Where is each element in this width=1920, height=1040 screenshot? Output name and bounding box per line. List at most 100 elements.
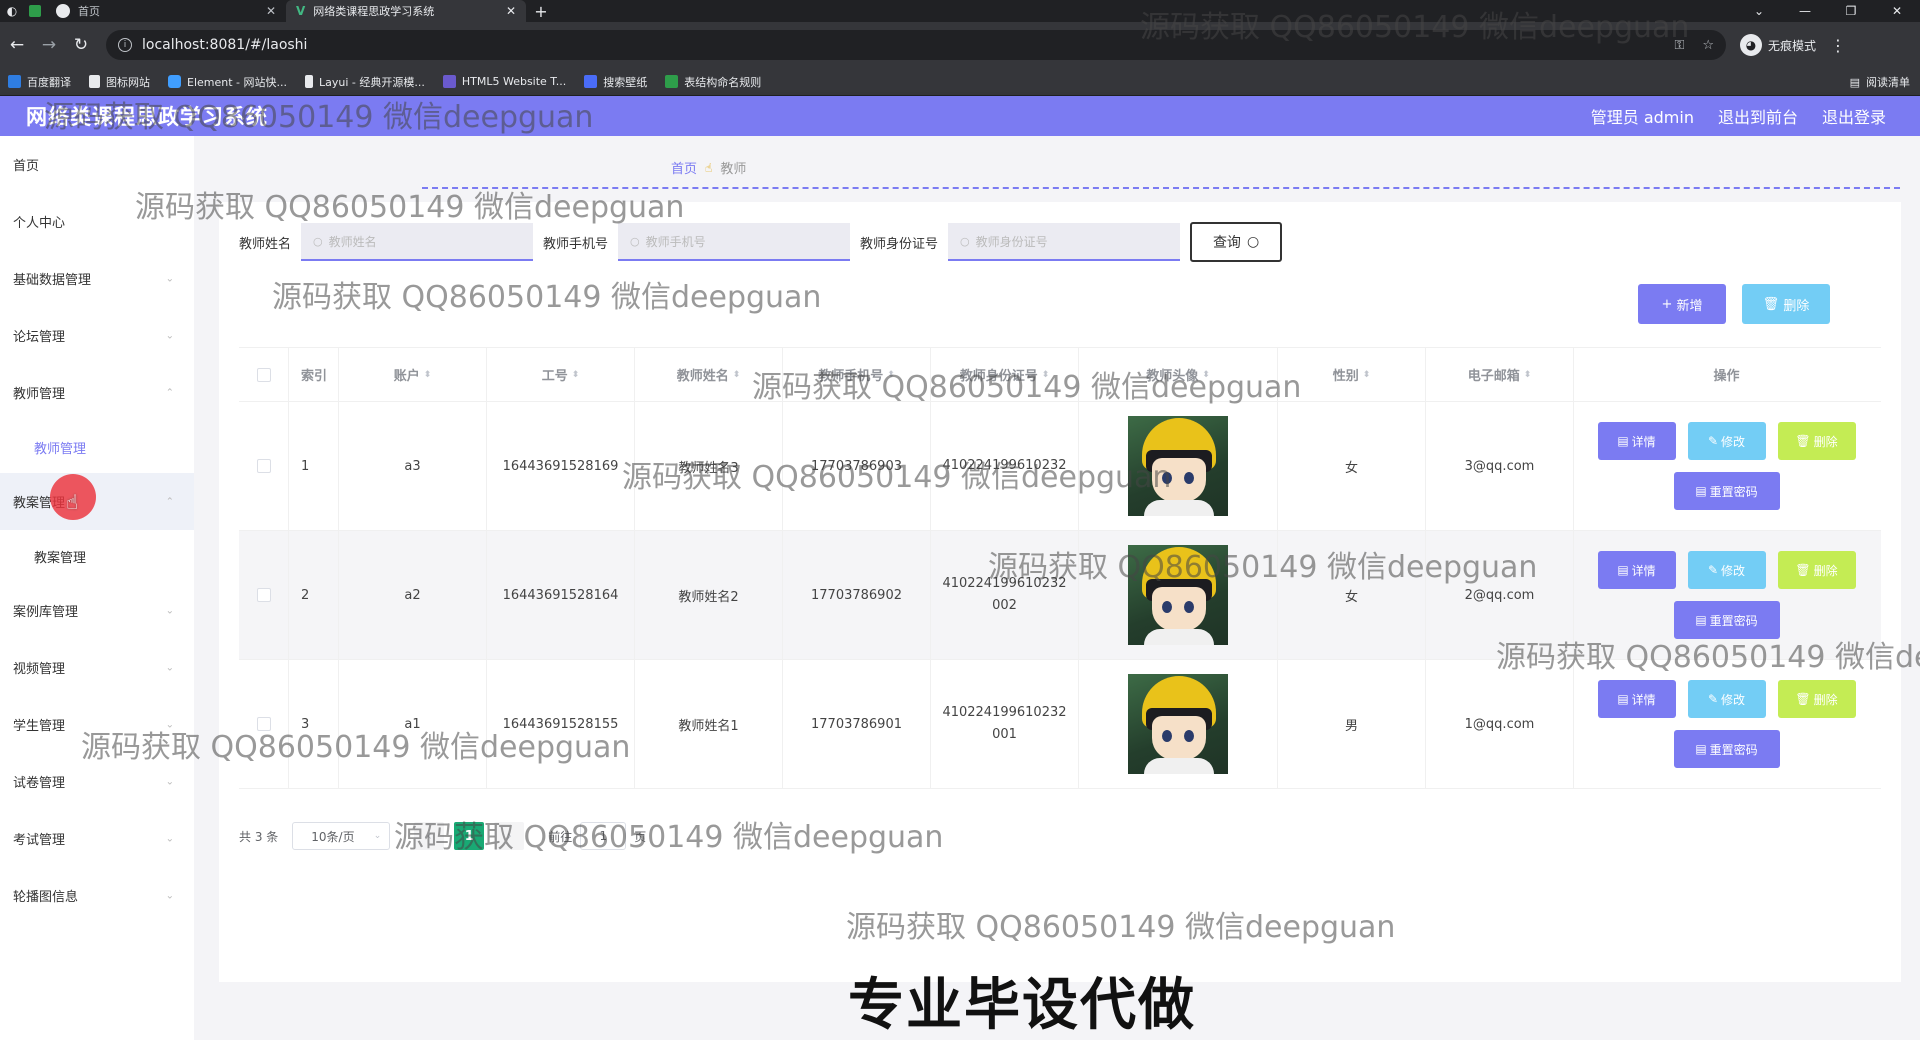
incognito-badge[interactable]: ◕ 无痕模式	[1740, 34, 1816, 56]
reset-password-button[interactable]: ▤ 重置密码	[1673, 472, 1780, 510]
browser-tab-home[interactable]: 首页 ✕	[46, 0, 286, 22]
sort-icon[interactable]: ⬍	[733, 370, 741, 380]
star-icon[interactable]: ☆	[1702, 38, 1714, 53]
teacher-avatar[interactable]	[1128, 545, 1228, 645]
reload-icon[interactable]: ↻	[66, 30, 96, 60]
reset-password-button[interactable]: ▤ 重置密码	[1673, 601, 1780, 639]
teacher-phone-input[interactable]: ○ 教师手机号	[618, 223, 851, 261]
bookmark-item[interactable]: HTML5 Website T...	[442, 75, 566, 88]
next-page-button[interactable]: ›	[494, 822, 525, 850]
forward-icon[interactable]: →	[34, 30, 64, 60]
header-email[interactable]: 电子邮箱 ⬍	[1426, 348, 1574, 401]
sidebar-item-profile[interactable]: 个人中心	[0, 193, 194, 250]
key-icon[interactable]: ⚿	[1674, 38, 1684, 53]
sidebar-item-video[interactable]: 视频管理 ⌄	[0, 639, 194, 696]
trash-icon: 🗑	[1795, 434, 1811, 448]
delete-button[interactable]: 🗑 删除	[1777, 551, 1856, 589]
front-link[interactable]: 退出到前台	[1718, 104, 1798, 128]
tab-title: 首页	[78, 5, 100, 18]
select-all-checkbox[interactable]	[256, 367, 271, 382]
cell-ops: ▤ 详情 ✎ 修改 🗑 删除 ▤ 重置密码	[1574, 531, 1879, 659]
sidebar-subitem-lesson-plan[interactable]: 教案管理	[0, 530, 194, 582]
prev-page-button[interactable]: ‹	[414, 822, 445, 850]
sort-icon[interactable]: ⬍	[1524, 370, 1532, 380]
admin-label: 管理员 admin	[1590, 108, 1694, 127]
sidebar-item-case-library[interactable]: 案例库管理 ⌄	[0, 582, 194, 639]
sidebar-item-student[interactable]: 学生管理 ⌄	[0, 696, 194, 753]
row-checkbox[interactable]	[256, 588, 271, 602]
row-checkbox[interactable]	[256, 459, 271, 473]
sidebar-item-forum[interactable]: 论坛管理 ⌄	[0, 307, 194, 364]
incognito-label: 无痕模式	[1768, 38, 1817, 53]
header-account[interactable]: 账户 ⬍	[339, 348, 487, 401]
bookmark-item[interactable]: Element - 网站快...	[168, 74, 287, 90]
reset-password-button[interactable]: ▤ 重置密码	[1673, 730, 1780, 768]
breadcrumb-home[interactable]: 首页	[671, 158, 697, 177]
detail-button[interactable]: ▤ 详情	[1597, 680, 1676, 718]
back-icon[interactable]: ←	[2, 30, 32, 60]
sidebar-item-lesson-plan[interactable]: 教案管理 ⌃	[0, 473, 194, 530]
bookmark-item[interactable]: 表结构命名规则	[665, 74, 761, 90]
bookmark-item[interactable]: 搜索壁纸	[584, 74, 647, 90]
sidebar-item-basic-data[interactable]: 基础数据管理 ⌄	[0, 250, 194, 307]
detail-button[interactable]: ▤ 详情	[1597, 551, 1676, 589]
close-icon[interactable]: ✕	[506, 4, 516, 18]
pinned-tab-icon[interactable]	[24, 0, 46, 22]
restore-icon[interactable]: ❐	[1828, 0, 1874, 22]
row-checkbox[interactable]	[256, 717, 271, 731]
tab-search-icon[interactable]: ⌄	[1736, 0, 1782, 22]
cell-index: 2	[289, 531, 339, 659]
sort-icon[interactable]: ⬍	[1042, 370, 1050, 380]
teacher-name-input[interactable]: ○ 教师姓名	[301, 223, 534, 261]
reading-list[interactable]: ▤ 阅读清单	[1850, 68, 1910, 96]
sort-icon[interactable]: ⬍	[887, 370, 895, 380]
sort-icon[interactable]: ⬍	[424, 370, 432, 380]
info-icon[interactable]: i	[118, 38, 132, 52]
header-job-no[interactable]: 工号 ⬍	[487, 348, 635, 401]
sidebar-item-teacher[interactable]: 教师管理 ⌃	[0, 364, 194, 421]
edit-button[interactable]: ✎ 修改	[1687, 680, 1766, 718]
chevron-down-icon: ⌄	[165, 605, 174, 616]
new-tab-button[interactable]: +	[526, 0, 556, 22]
edit-button[interactable]: ✎ 修改	[1687, 422, 1766, 460]
logout-link[interactable]: 退出登录	[1822, 104, 1886, 128]
sort-icon[interactable]: ⬍	[1202, 370, 1210, 380]
sort-icon[interactable]: ⬍	[572, 370, 580, 380]
browser-tabbar: ◐ 首页 ✕ V 网络类课程思政学习系统 ✕ + ⌄ — ❐ ✕	[0, 0, 1920, 22]
detail-button[interactable]: ▤ 详情	[1597, 422, 1676, 460]
batch-delete-button[interactable]: 🗑 删除	[1742, 284, 1830, 324]
sidebar-item-paper[interactable]: 试卷管理 ⌄	[0, 753, 194, 810]
page-number-current[interactable]: 1	[454, 822, 485, 850]
teacher-avatar[interactable]	[1128, 674, 1228, 774]
bookmark-item[interactable]: 百度翻译	[8, 74, 71, 90]
delete-button[interactable]: 🗑 删除	[1777, 680, 1856, 718]
delete-button[interactable]: 🗑 删除	[1777, 422, 1856, 460]
minimize-icon[interactable]: —	[1782, 0, 1828, 22]
close-icon[interactable]: ✕	[266, 4, 276, 18]
sort-icon[interactable]: ⬍	[1363, 370, 1371, 380]
sidebar-item-exam[interactable]: 考试管理 ⌄	[0, 810, 194, 867]
browser-menu-icon[interactable]: ◐	[0, 0, 24, 22]
sidebar-subitem-teacher[interactable]: 教师管理	[0, 421, 194, 473]
sheet-icon	[665, 75, 679, 88]
browser-tab-system[interactable]: V 网络类课程思政学习系统 ✕	[286, 0, 526, 22]
header-avatar[interactable]: 教师头像 ⬍	[1079, 348, 1278, 401]
teacher-id-input[interactable]: ○ 教师身份证号	[948, 223, 1181, 261]
header-phone[interactable]: 教师手机号 ⬍	[783, 348, 931, 401]
add-button[interactable]: + 新增	[1638, 284, 1726, 324]
bookmark-item[interactable]: Layui - 经典开源模...	[305, 74, 425, 90]
teacher-avatar[interactable]	[1128, 416, 1228, 516]
goto-page-input[interactable]: 1	[580, 822, 627, 850]
address-bar[interactable]: i localhost:8081/#/laoshi ⚿ ☆	[106, 30, 1726, 60]
header-id-card[interactable]: 教师身份证号 ⬍	[931, 348, 1079, 401]
header-sex[interactable]: 性别 ⬍	[1278, 348, 1426, 401]
edit-button[interactable]: ✎ 修改	[1687, 551, 1766, 589]
more-menu-icon[interactable]: ⋮	[1830, 36, 1846, 55]
bookmark-item[interactable]: 图标网站	[89, 74, 150, 90]
header-name[interactable]: 教师姓名 ⬍	[635, 348, 783, 401]
sidebar-item-home[interactable]: 首页	[0, 136, 194, 193]
page-size-select[interactable]: 10条/页 ⌄	[292, 822, 391, 850]
query-button[interactable]: 查询 ○	[1190, 222, 1283, 262]
sidebar-item-carousel[interactable]: 轮播图信息 ⌄	[0, 867, 194, 924]
close-window-icon[interactable]: ✕	[1874, 0, 1920, 22]
